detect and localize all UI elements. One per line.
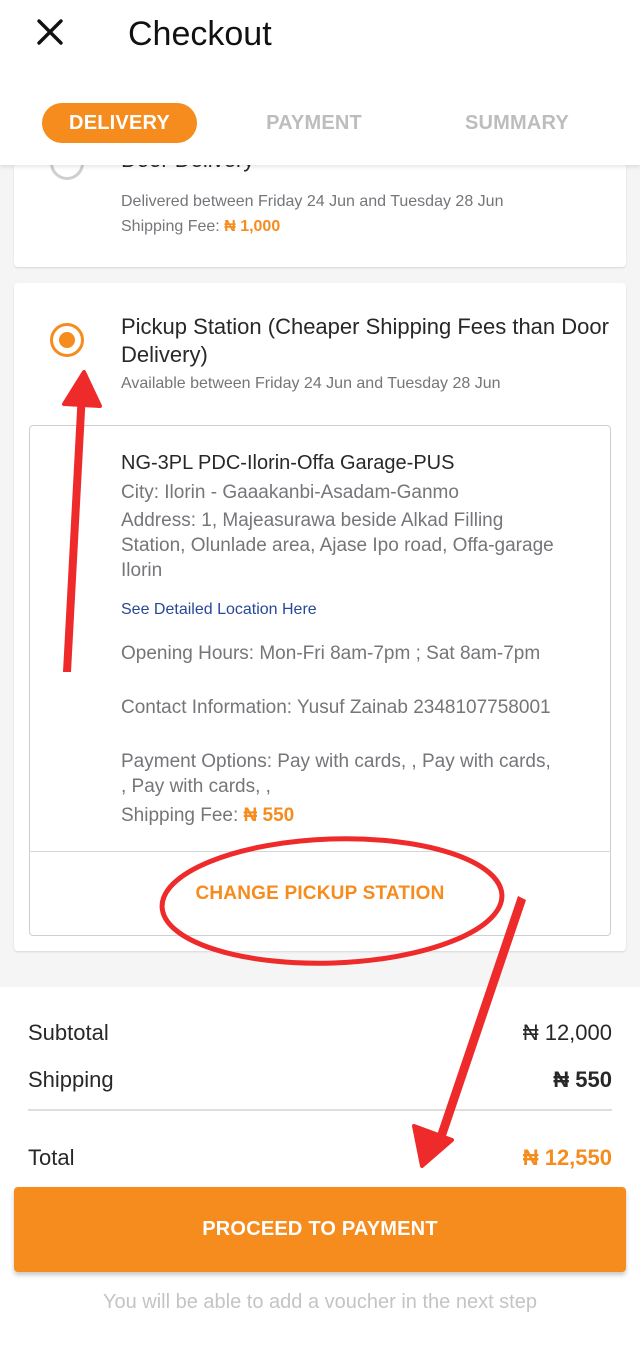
shipping-value: ₦ 550 — [553, 1067, 612, 1092]
see-location-link[interactable]: See Detailed Location Here — [121, 601, 317, 619]
station-contact: Contact Information: Yusuf Zainab 234810… — [121, 697, 551, 718]
subtotal-value: ₦ 12,000 — [522, 1020, 612, 1045]
station-name: NG-3PL PDC-Ilorin-Offa Garage-PUS — [121, 452, 455, 474]
total-label: Total — [28, 1145, 75, 1170]
station-address: Address: 1, Majeasurawa beside Alkad Fil… — [121, 510, 554, 581]
station-hours: Opening Hours: Mon-Fri 8am-7pm ; Sat 8am… — [121, 643, 541, 664]
checkout-steps: DELIVERY PAYMENT SUMMARY — [0, 103, 640, 143]
tab-summary[interactable]: SUMMARY — [440, 103, 594, 143]
subtotal-row: Subtotal ₦ 12,000 — [28, 1020, 612, 1050]
close-icon — [37, 19, 63, 45]
shipping-label: Shipping — [28, 1067, 114, 1092]
station-shipping-fee: Shipping Fee: ₦ 550 — [121, 803, 561, 828]
subtotal-label: Subtotal — [28, 1020, 109, 1045]
total-value: ₦ 12,550 — [522, 1145, 612, 1170]
station-fee-label: Shipping Fee: — [121, 805, 244, 826]
door-delivery-window: Delivered between Friday 24 Jun and Tues… — [121, 193, 504, 210]
station-fee-value: ₦ 550 — [243, 805, 295, 826]
voucher-note: You will be able to add a voucher in the… — [102, 1291, 537, 1313]
proceed-to-payment-button[interactable]: PROCEED TO PAYMENT — [14, 1187, 626, 1272]
door-fee-label: Shipping Fee: — [121, 218, 225, 235]
door-fee-value: ₦ 1,000 — [224, 218, 281, 235]
pickup-station-title: Pickup Station (Cheaper Shipping Fees th… — [121, 314, 609, 367]
total-row: Total ₦ 12,550 — [28, 1145, 612, 1175]
summary-divider — [28, 1109, 612, 1111]
door-delivery-fee: Shipping Fee: ₦ 1,000 — [121, 218, 280, 236]
change-pickup-station-button[interactable]: CHANGE PICKUP STATION — [30, 852, 610, 936]
pickup-window: Available between Friday 24 Jun and Tues… — [121, 375, 501, 392]
station-city: City: Ilorin - Gaaakanbi-Asadam-Ganmo — [121, 482, 459, 503]
close-button[interactable] — [32, 14, 68, 50]
tab-payment[interactable]: PAYMENT — [238, 103, 390, 143]
station-details-box: NG-3PL PDC-Ilorin-Offa Garage-PUS City: … — [29, 425, 611, 936]
pickup-station-radio[interactable] — [50, 323, 84, 357]
shipping-row: Shipping ₦ 550 — [28, 1067, 612, 1097]
tab-delivery[interactable]: DELIVERY — [42, 103, 197, 143]
page-title: Checkout — [128, 15, 272, 53]
order-summary-panel: Subtotal ₦ 12,000 Shipping ₦ 550 Total ₦… — [0, 987, 640, 1347]
pickup-station-card[interactable]: Pickup Station (Cheaper Shipping Fees th… — [14, 283, 626, 951]
checkout-header: Checkout DELIVERY PAYMENT SUMMARY — [0, 0, 640, 165]
station-payment-options: Payment Options: Pay with cards, , Pay w… — [121, 751, 551, 797]
